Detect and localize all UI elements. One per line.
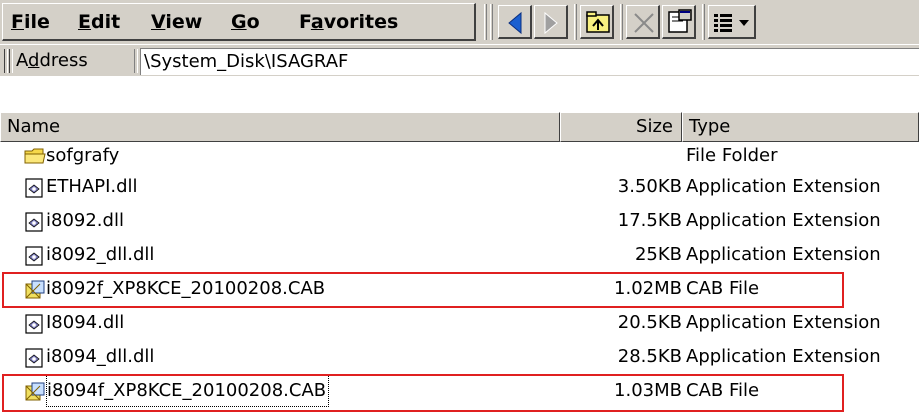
list-item-file[interactable]: i8092_dll.dll 25KB Application Extension [0,238,919,272]
address-bar-grip-2[interactable] [9,49,13,73]
toolbar-grip-2[interactable] [490,4,493,40]
menu-view[interactable]: View [151,10,202,34]
dll-file-icon [25,314,43,334]
file-name: i8092_dll.dll [46,244,155,265]
file-type: Application Extension [686,346,881,367]
cab-file-icon [25,280,45,299]
file-name: i8092f_XP8KCE_20100208.CAB [46,278,326,299]
file-type: Application Extension [686,312,881,333]
list-item-file-selected[interactable]: i8094f_XP8KCE_20100208.CAB 1.03MB CAB Fi… [0,374,919,408]
file-list: sofgrafy File Folder ETHAPI.dll 3.50KB A… [0,142,919,408]
column-header-type[interactable]: Type [682,112,919,142]
dll-file-icon [25,348,43,368]
dll-file-icon [25,246,43,266]
file-type: Application Extension [686,244,881,265]
toolbar-separator-2 [620,4,623,40]
back-arrow-icon [508,11,522,35]
file-name: sofgrafy [46,145,120,166]
command-bar: File Edit View Go Favorites [0,0,919,44]
address-label: Address [16,50,88,71]
list-item-file[interactable]: I8094.dll 20.5KB Application Extension [0,306,919,340]
list-view-top-area [0,76,919,112]
properties-button[interactable] [662,5,696,39]
address-bar: Address \System_Disk\ISAGRAF [0,44,919,76]
column-header-size[interactable]: Size [560,112,682,142]
file-size: 1.02MB [614,278,682,299]
address-input[interactable]: \System_Disk\ISAGRAF [140,48,919,75]
file-name: I8094.dll [46,312,125,333]
up-folder-button[interactable] [580,5,614,39]
chevron-down-icon [739,20,749,26]
cab-file-icon [25,382,45,401]
file-name: i8094_dll.dll [46,346,155,367]
file-name: i8092.dll [46,210,124,231]
forward-arrow-icon [544,11,558,35]
file-type: CAB File [686,380,760,401]
file-size: 25KB [634,244,682,265]
list-item-file[interactable]: ETHAPI.dll 3.50KB Application Extension [0,170,919,204]
column-headers: Name Size Type [0,112,919,142]
list-item-file[interactable]: i8092.dll 17.5KB Application Extension [0,204,919,238]
menu-file[interactable]: File [11,10,50,34]
column-header-name[interactable]: Name [0,112,560,142]
address-separator [134,49,138,73]
file-type: Application Extension [686,176,881,197]
menu-go[interactable]: Go [231,10,260,34]
delete-button[interactable] [626,5,660,39]
forward-button[interactable] [534,5,568,39]
file-size: 17.5KB [617,210,682,231]
views-icon [714,14,749,32]
views-dropdown-button[interactable] [708,5,756,39]
dll-file-icon [25,212,43,232]
address-bar-grip[interactable] [4,49,8,73]
toolbar-separator-3 [702,4,705,40]
back-button[interactable] [498,5,532,39]
toolbar-separator [574,4,577,40]
toolbar-grip[interactable] [484,4,487,40]
delete-icon [634,13,654,33]
menu-bar: File Edit View Go Favorites [2,3,476,41]
file-size: 3.50KB [617,176,682,197]
list-item-folder[interactable]: sofgrafy File Folder [0,142,919,170]
properties-icon [668,9,692,33]
list-item-file[interactable]: i8094_dll.dll 28.5KB Application Extensi… [0,340,919,374]
menu-edit[interactable]: Edit [78,10,120,34]
file-type: Application Extension [686,210,881,231]
up-folder-icon [586,11,610,33]
folder-icon [24,148,46,164]
list-item-file[interactable]: i8092f_XP8KCE_20100208.CAB 1.02MB CAB Fi… [0,272,919,306]
file-size: 1.03MB [614,380,682,401]
file-name: i8094f_XP8KCE_20100208.CAB [46,375,330,407]
file-type: File Folder [686,145,778,166]
file-size: 20.5KB [617,312,682,333]
dll-file-icon [25,178,43,198]
file-size: 28.5KB [617,346,682,367]
menu-favorites[interactable]: Favorites [299,10,398,34]
file-type: CAB File [686,278,760,299]
file-name: ETHAPI.dll [46,176,138,197]
